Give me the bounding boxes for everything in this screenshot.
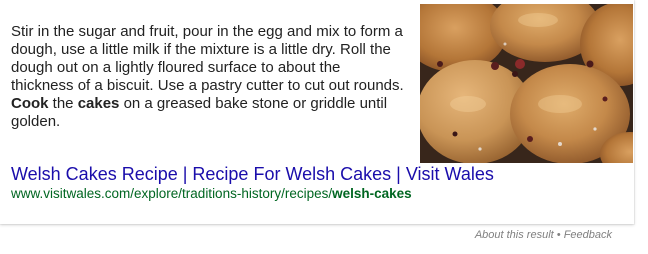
snippet-text-part: Stir in the sugar and fruit, pour in the… xyxy=(11,23,404,94)
snippet-text: Stir in the sugar and fruit, pour in the… xyxy=(11,23,406,131)
result-footer: About this result • Feedback xyxy=(475,228,612,242)
feedback-link[interactable]: Feedback xyxy=(564,229,612,241)
result-url[interactable]: www.visitwales.com/explore/traditions-hi… xyxy=(11,186,412,202)
snippet-bold-cook: Cook xyxy=(11,95,49,112)
result-title-link[interactable]: Welsh Cakes Recipe | Recipe For Welsh Ca… xyxy=(11,163,494,185)
featured-snippet-card: Stir in the sugar and fruit, pour in the… xyxy=(0,0,634,224)
snippet-bold-cakes: cakes xyxy=(77,95,120,112)
about-this-result-link[interactable]: About this result xyxy=(475,229,554,241)
result-url-bold: welsh-cakes xyxy=(332,186,412,201)
welsh-cakes-photo-icon xyxy=(420,4,633,163)
result-url-prefix: www.visitwales.com/explore/traditions-hi… xyxy=(11,186,333,201)
snippet-text-part: the xyxy=(48,95,78,112)
welsh-cakes-image[interactable] xyxy=(420,4,633,163)
footer-separator: • xyxy=(556,229,561,241)
